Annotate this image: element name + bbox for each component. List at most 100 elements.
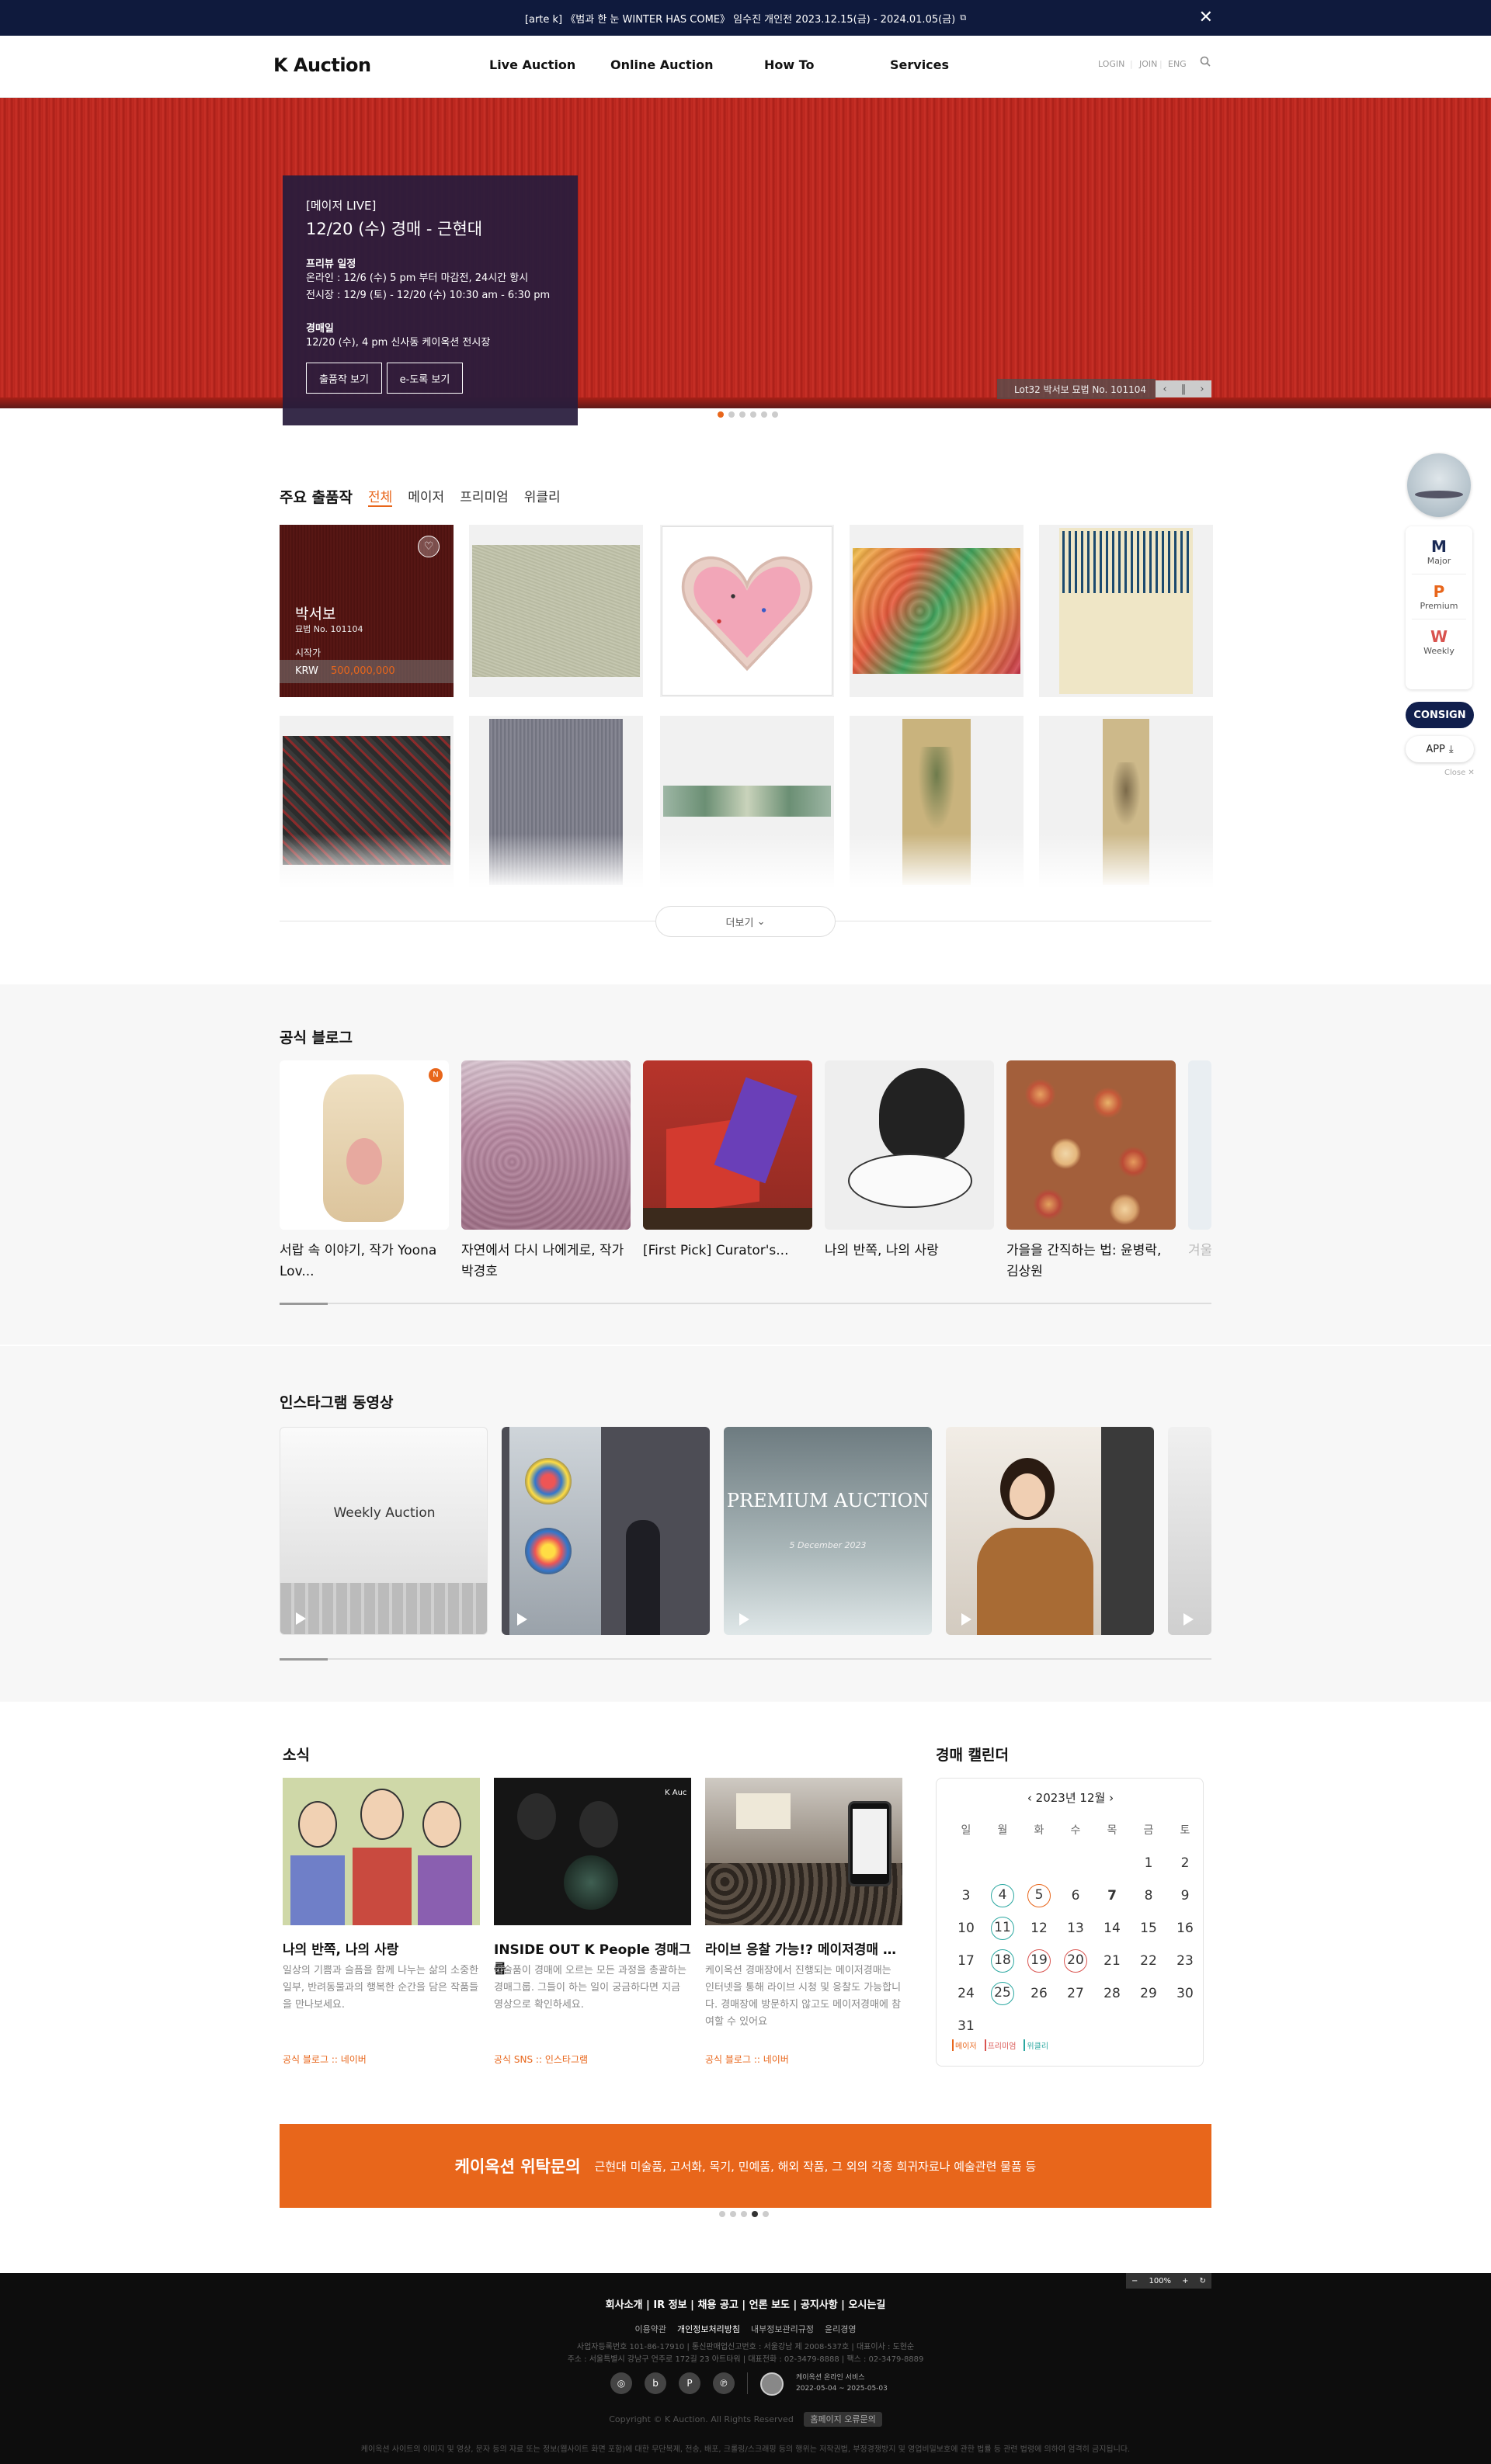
join-link[interactable]: JOIN [1139, 59, 1157, 69]
blog-post-title[interactable]: 나의 반쪽, 나의 사랑 [825, 1241, 994, 1261]
artwork-card[interactable] [850, 525, 1024, 697]
side-thumbnail[interactable] [1407, 453, 1471, 517]
zoom-in-icon[interactable]: + [1182, 2277, 1188, 2285]
calendar-day[interactable]: 29 [1137, 1982, 1160, 2005]
pagination-dot[interactable] [750, 411, 756, 418]
calendar-day[interactable]: 7 [1100, 1884, 1124, 1907]
artwork-card[interactable] [1039, 525, 1213, 697]
news-item-source[interactable]: 공식 블로그 :: 네이버 [705, 2053, 789, 2066]
nav-online-auction[interactable]: Online Auction [610, 57, 714, 72]
news-item-title[interactable]: 라이브 응찰 가능!? 메이저경매 … [705, 1938, 902, 1958]
calendar-day[interactable]: 8 [1137, 1884, 1160, 1907]
blog-post-title[interactable]: 가을을 간직하는 법: 윤병락, 김상원 [1006, 1241, 1176, 1282]
pagination-dot[interactable] [772, 411, 778, 418]
video-thumbnail[interactable] [1168, 1427, 1211, 1635]
blog-thumbnail[interactable] [1006, 1060, 1176, 1230]
calendar-day[interactable]: 25 [991, 1982, 1014, 2005]
more-button[interactable]: 더보기 ⌄ [655, 906, 836, 937]
blog-post-title[interactable]: 자연에서 다시 나에게로, 작가 박경호 [461, 1241, 631, 1282]
pause-icon[interactable]: ‖ [1174, 380, 1193, 397]
pagination-dot[interactable] [739, 411, 746, 418]
blog-thumbnail[interactable] [825, 1060, 994, 1230]
blog-post-title[interactable]: 서랍 속 이야기, 작가 Yoona Lov... [280, 1241, 449, 1282]
calendar-day[interactable]: 27 [1064, 1982, 1087, 2005]
news-thumbnail[interactable]: K Auc [494, 1778, 691, 1925]
news-item-source[interactable]: 공식 SNS :: 인스타그램 [494, 2053, 588, 2066]
artwork-card[interactable] [850, 716, 1024, 888]
artwork-card[interactable] [469, 716, 643, 888]
news-thumbnail[interactable] [283, 1778, 480, 1925]
major-icon[interactable]: M [1406, 537, 1472, 556]
pagination-dot[interactable] [763, 2211, 769, 2217]
calendar-day[interactable]: 22 [1137, 1949, 1160, 1973]
pagination-dot[interactable] [719, 2211, 725, 2217]
pagination-dot[interactable] [761, 411, 767, 418]
view-works-button[interactable]: 출품작 보기 [306, 363, 382, 394]
artwork-card[interactable] [280, 716, 454, 888]
footer-link[interactable]: 오시는길 [848, 2299, 885, 2311]
video-thumbnail[interactable]: Weekly Auction [280, 1427, 488, 1635]
footer-link[interactable]: 개인정보처리방침 [677, 2324, 740, 2334]
video-thumbnail[interactable] [502, 1427, 710, 1635]
calendar-day[interactable]: 18 [991, 1949, 1014, 1973]
close-side-button[interactable]: Close ✕ [1444, 769, 1475, 777]
footer-link[interactable]: 채용 공고 [697, 2299, 738, 2311]
calendar-day[interactable]: 15 [1137, 1917, 1160, 1940]
nav-how-to[interactable]: How To [764, 57, 815, 72]
tab-premium[interactable]: 프리미엄 [460, 486, 509, 507]
pagination-dot[interactable] [752, 2211, 758, 2217]
calendar-day[interactable]: 24 [954, 1982, 978, 2005]
blog-thumbnail[interactable]: N [280, 1060, 449, 1230]
footer-link[interactable]: IR 정보 [653, 2299, 686, 2311]
blog-post-title[interactable]: 겨울 [1188, 1241, 1211, 1261]
hero-pagination[interactable] [718, 411, 778, 418]
pinterest-icon[interactable]: ℗ [713, 2372, 735, 2394]
hero-slider[interactable] [0, 98, 1491, 408]
blog-post-title[interactable]: [First Pick] Curator's... [643, 1241, 812, 1261]
video-thumbnail[interactable]: PREMIUM AUCTION 5 December 2023 [724, 1427, 932, 1635]
artwork-card[interactable] [660, 716, 834, 888]
logo[interactable]: K Auction [273, 54, 371, 76]
instagram-icon[interactable]: ◎ [610, 2372, 632, 2394]
calendar-day[interactable]: 5 [1027, 1884, 1051, 1907]
login-link[interactable]: LOGIN [1098, 59, 1124, 69]
footer-link[interactable]: 회사소개 [606, 2299, 643, 2311]
zoom-out-icon[interactable]: − [1131, 2277, 1138, 2285]
notice-text[interactable]: [arte k] 《범과 한 눈 WINTER HAS COME》 임수진 개인… [525, 11, 955, 26]
tab-major[interactable]: 메이저 [408, 486, 444, 507]
search-icon[interactable] [1200, 56, 1211, 70]
footer-link[interactable]: 언론 보도 [749, 2299, 790, 2311]
blog-icon[interactable]: b [645, 2372, 666, 2394]
footer-link[interactable]: 윤리경영 [825, 2324, 856, 2334]
consign-button[interactable]: CONSIGN [1406, 702, 1474, 728]
calendar-day[interactable]: 14 [1100, 1917, 1124, 1940]
artwork-card[interactable] [1039, 716, 1213, 888]
calendar-day[interactable]: 6 [1064, 1884, 1087, 1907]
calendar-day[interactable]: 2 [1173, 1851, 1197, 1875]
blog-thumbnail[interactable] [461, 1060, 631, 1230]
footer-link[interactable]: 내부정보관리규정 [751, 2324, 814, 2334]
consign-banner[interactable]: 케이옥션 위탁문의 근현대 미술품, 고서화, 목기, 민예품, 해외 작품, … [280, 2124, 1211, 2208]
premium-label[interactable]: Premium [1406, 601, 1472, 611]
calendar-day[interactable]: 12 [1027, 1917, 1051, 1940]
tab-all[interactable]: 전체 [368, 486, 393, 507]
calendar-day[interactable]: 4 [991, 1884, 1014, 1907]
calendar-day[interactable]: 21 [1100, 1949, 1124, 1973]
next-slide-icon[interactable]: › [1193, 380, 1211, 397]
blog-thumbnail[interactable] [643, 1060, 812, 1230]
calendar-day[interactable]: 9 [1173, 1884, 1197, 1907]
calendar-day[interactable]: 11 [991, 1917, 1014, 1940]
artwork-card[interactable] [469, 525, 643, 697]
weekly-label[interactable]: Weekly [1406, 646, 1472, 656]
weekly-icon[interactable]: W [1406, 627, 1472, 646]
prev-slide-icon[interactable]: ‹ [1156, 380, 1174, 397]
calendar-day[interactable]: 30 [1173, 1982, 1197, 2005]
app-button[interactable]: APP ⤓ [1406, 736, 1474, 762]
view-ebook-button[interactable]: e-도록 보기 [387, 363, 463, 394]
chevron-left-icon[interactable]: ‹ [1027, 1791, 1032, 1805]
pagination-dot[interactable] [741, 2211, 747, 2217]
pagination-dot[interactable] [728, 411, 735, 418]
calendar-day[interactable]: 16 [1173, 1917, 1197, 1940]
news-item-source[interactable]: 공식 블로그 :: 네이버 [283, 2053, 367, 2066]
calendar-day[interactable]: 17 [954, 1949, 978, 1973]
